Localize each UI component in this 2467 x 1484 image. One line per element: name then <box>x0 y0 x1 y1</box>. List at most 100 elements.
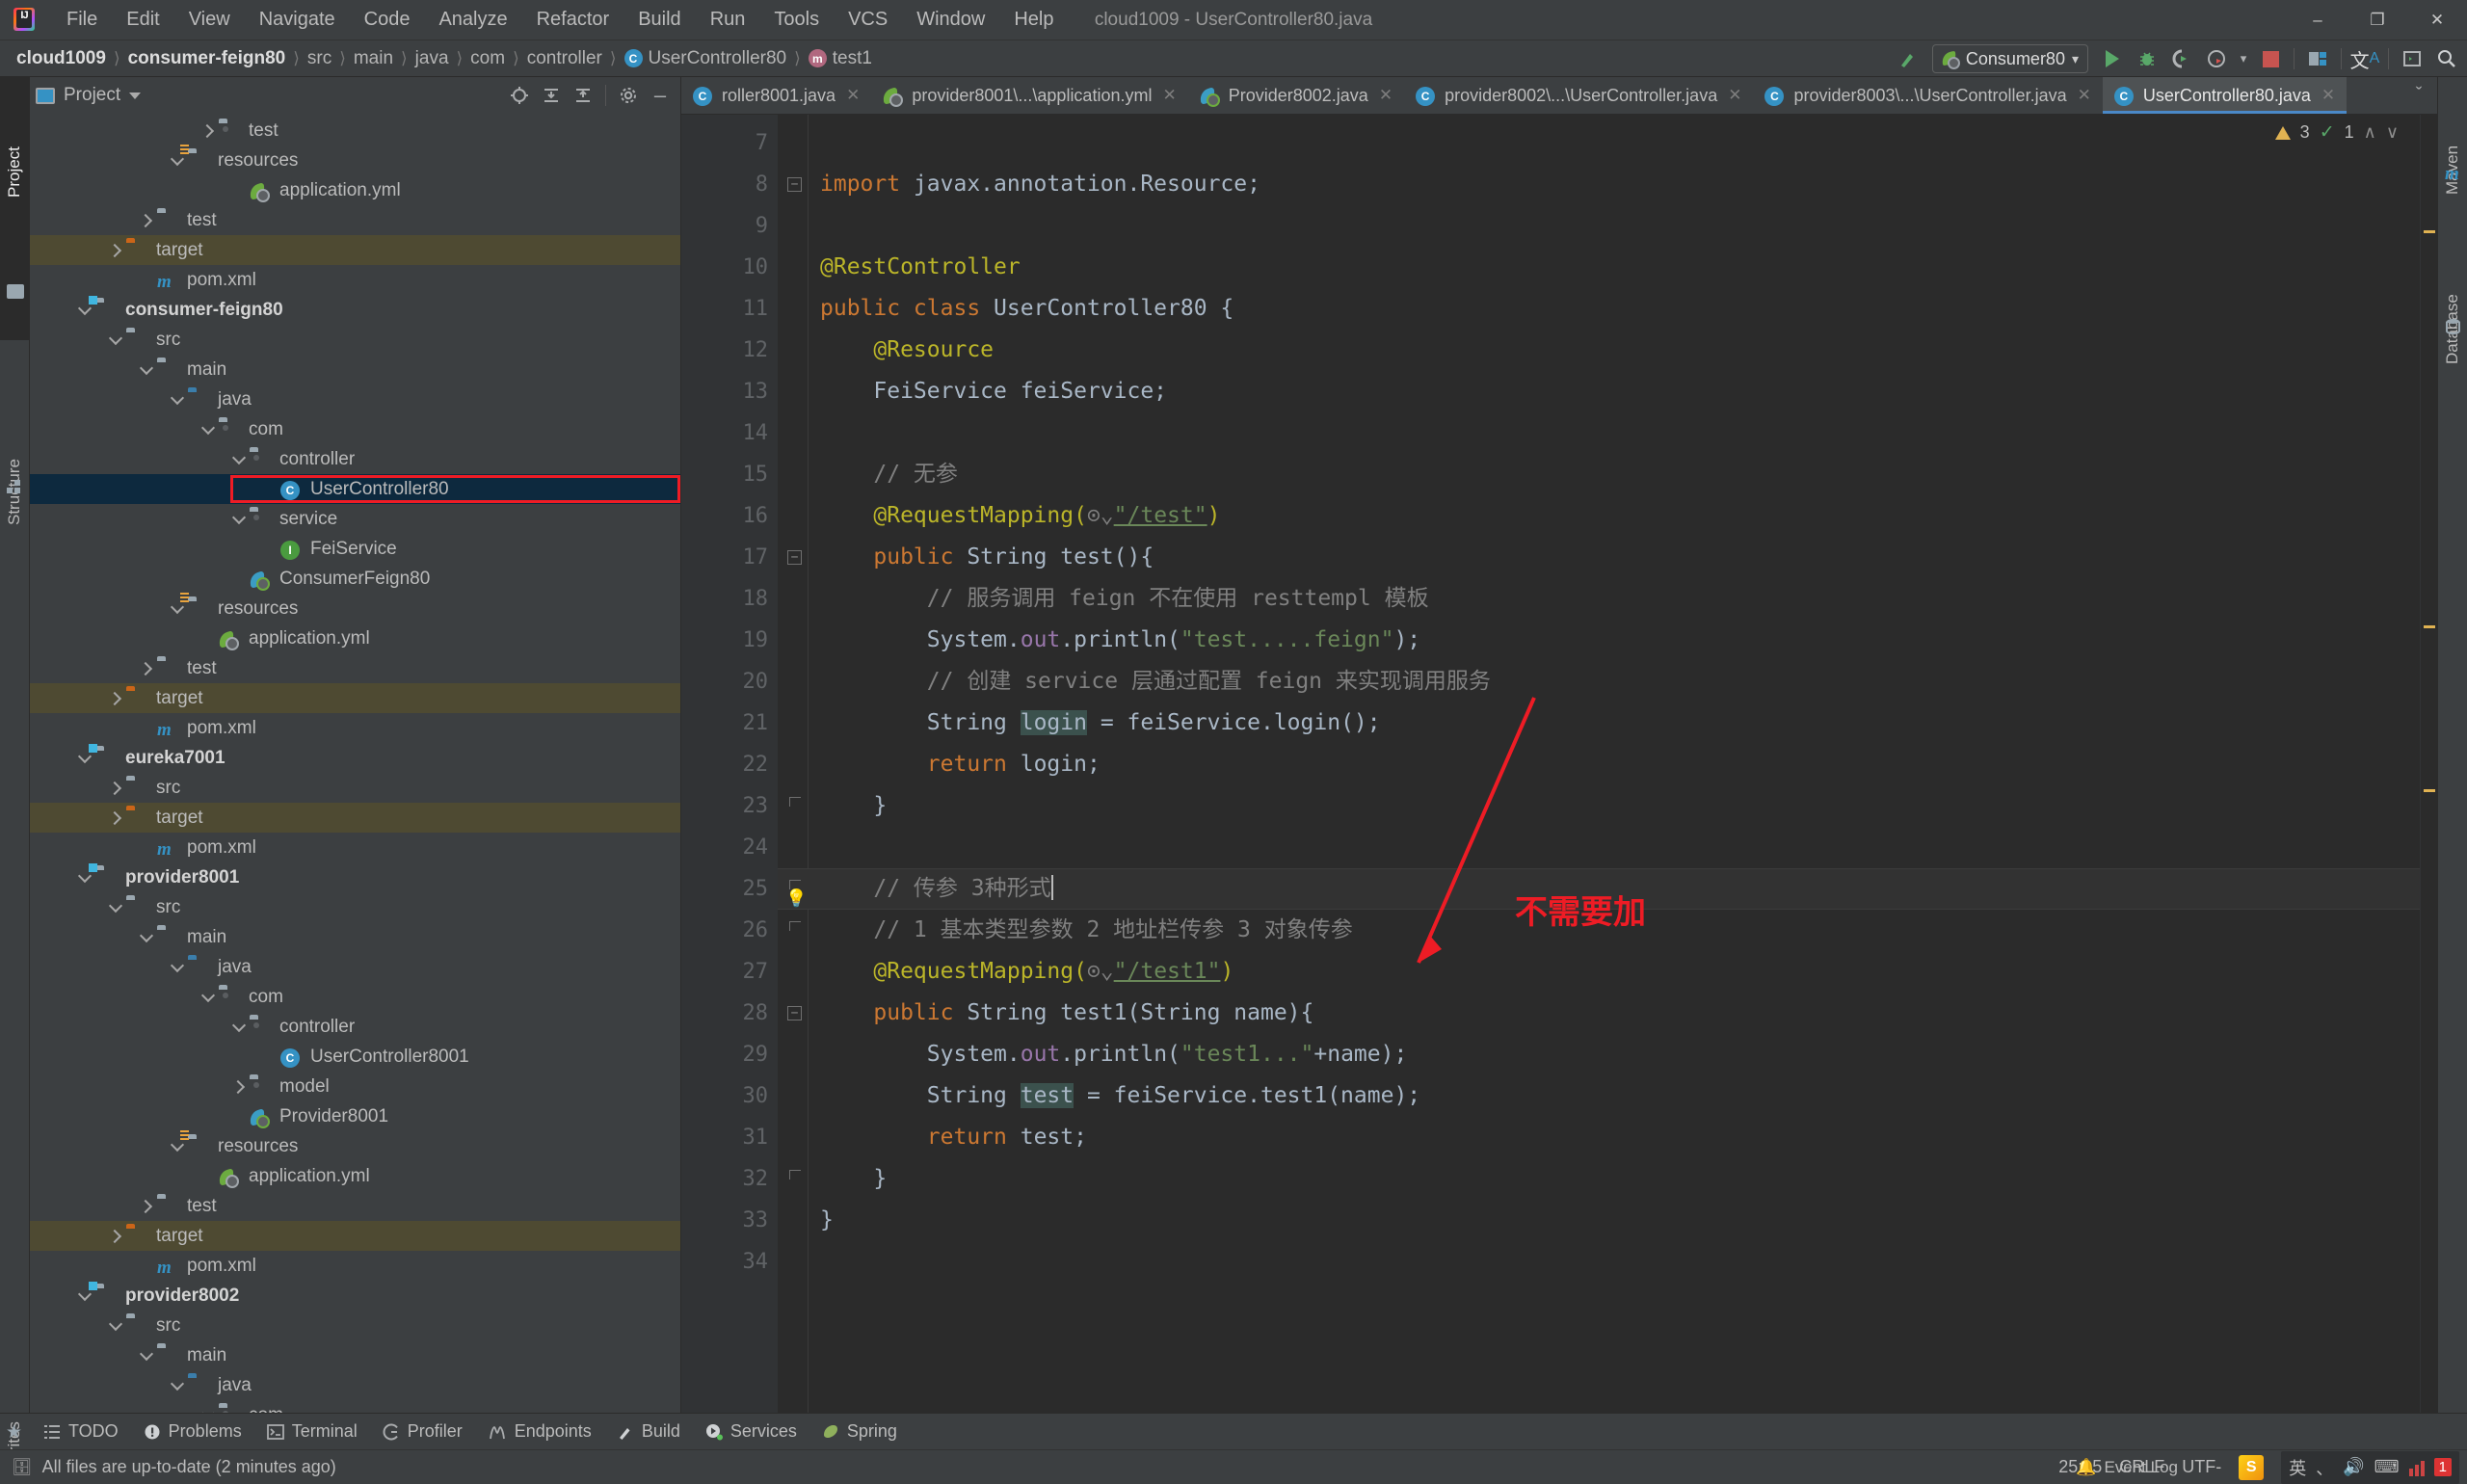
tree-expander[interactable] <box>136 935 157 941</box>
marker-warning[interactable] <box>2424 230 2435 233</box>
bottom-tool-endpoints[interactable]: Endpoints <box>477 1418 602 1445</box>
code-line-13[interactable]: FeiService feiService; <box>778 371 2420 412</box>
close-tab-icon[interactable]: ✕ <box>1379 86 1393 105</box>
build-hammer-icon[interactable] <box>1892 43 1924 74</box>
line-number-7[interactable]: 7 <box>681 122 778 164</box>
line-number-32[interactable]: 32 <box>681 1158 778 1200</box>
tree-node-java[interactable]: java <box>30 952 680 982</box>
tree-node-resources[interactable]: resources <box>30 1131 680 1161</box>
tree-expander[interactable] <box>198 1413 219 1414</box>
code-line-15[interactable]: // 无参 <box>778 454 2420 495</box>
tree-expander[interactable] <box>105 1232 126 1241</box>
code-line-8[interactable]: −import javax.annotation.Resource; <box>778 164 2420 205</box>
code-line-24[interactable] <box>778 827 2420 868</box>
tree-expander[interactable] <box>167 158 188 164</box>
breadcrumb-item-main[interactable]: main <box>347 46 400 71</box>
tree-node-com[interactable]: com <box>30 414 680 444</box>
tree-node-src[interactable]: src <box>30 1311 680 1340</box>
run-with-coverage-icon[interactable] <box>2165 43 2198 74</box>
bottom-tool-spring[interactable]: Spring <box>811 1418 908 1445</box>
code-line-23[interactable]: } <box>778 785 2420 827</box>
close-tab-icon[interactable]: ✕ <box>2078 86 2091 105</box>
tree-expander[interactable] <box>167 965 188 970</box>
tree-node-pom-xml[interactable]: mpom.xml <box>30 833 680 862</box>
line-number-11[interactable]: 11C <box>681 288 778 330</box>
tree-node-feiservice[interactable]: IFeiService <box>30 534 680 564</box>
tree-node-eureka7001[interactable]: eureka7001 <box>30 743 680 773</box>
tree-node-java[interactable]: java <box>30 384 680 414</box>
tree-expander[interactable] <box>105 783 126 793</box>
project-tree[interactable]: testresourcesapplication.ymltesttargetmp… <box>30 114 680 1413</box>
menu-navigate[interactable]: Navigate <box>245 5 350 35</box>
fold-end-icon[interactable] <box>789 1170 801 1179</box>
line-number-31[interactable]: 31 <box>681 1117 778 1158</box>
tree-node-service[interactable]: service <box>30 504 680 534</box>
breadcrumb-item-method[interactable]: m test1 <box>802 46 879 71</box>
collapse-all-icon[interactable] <box>569 82 597 109</box>
tree-node-usercontroller80[interactable]: CUserController80 <box>30 474 680 504</box>
terminal-icon[interactable] <box>2396 43 2428 74</box>
close-tab-icon[interactable]: ✕ <box>846 86 860 105</box>
line-number-21[interactable]: 21 <box>681 702 778 744</box>
ime-punctuation-icon[interactable]: 、 <box>2316 1455 2333 1480</box>
profiler-dropdown-icon[interactable]: ▾ <box>2235 43 2252 74</box>
ime-language-label[interactable]: 英 <box>2289 1455 2306 1480</box>
breadcrumb-item-class[interactable]: C UserController80 <box>618 46 794 71</box>
fold-collapse-icon[interactable]: − <box>787 1006 802 1020</box>
tree-expander[interactable] <box>198 427 219 433</box>
breadcrumb-item-com[interactable]: com <box>464 46 512 71</box>
code-line-31[interactable]: return test; <box>778 1117 2420 1158</box>
line-number-23[interactable]: 23 <box>681 785 778 827</box>
search-icon[interactable] <box>2430 43 2463 74</box>
menu-refactor[interactable]: Refactor <box>522 5 624 35</box>
code-line-32[interactable]: } <box>778 1158 2420 1200</box>
bottom-tool-terminal[interactable]: Terminal <box>256 1418 368 1445</box>
breadcrumb-item-controller[interactable]: controller <box>520 46 609 71</box>
editor-tab-provider8002-java[interactable]: Provider8002.java✕ <box>1188 77 1404 114</box>
tree-node-pom-xml[interactable]: mpom.xml <box>30 713 680 743</box>
editor-tab-provider8002-usercontroller-java[interactable]: Cprovider8002\...\UserController.java✕ <box>1404 77 1753 114</box>
tree-node-model[interactable]: model <box>30 1072 680 1101</box>
file-encoding[interactable]: UTF- <box>2182 1457 2221 1477</box>
menu-analyze[interactable]: Analyze <box>424 5 521 35</box>
tree-expander[interactable] <box>105 1323 126 1329</box>
tree-node-com[interactable]: com <box>30 1400 680 1413</box>
line-number-10[interactable]: 10 <box>681 247 778 288</box>
line-number-19[interactable]: 19 <box>681 620 778 661</box>
tree-node-target[interactable]: target <box>30 1221 680 1251</box>
tree-node-target[interactable]: target <box>30 235 680 265</box>
tree-expander[interactable] <box>167 397 188 403</box>
tree-node-main[interactable]: main <box>30 1340 680 1370</box>
code-line-12[interactable]: @Resource <box>778 330 2420 371</box>
code-line-28[interactable]: − public String test1(String name){ <box>778 993 2420 1034</box>
tree-expander[interactable] <box>228 517 250 522</box>
editor-tab-provider8001-application-yml[interactable]: provider8001\...\application.yml✕ <box>871 77 1187 114</box>
tree-node-consumer-feign80[interactable]: consumer-feign80 <box>30 295 680 325</box>
close-tab-icon[interactable]: ✕ <box>2321 86 2335 105</box>
breadcrumb-item-java[interactable]: java <box>409 46 456 71</box>
editor-gutter[interactable]: 7891011C12131415161718192021222324252627… <box>681 115 778 1413</box>
menu-build[interactable]: Build <box>623 5 695 35</box>
line-number-29[interactable]: 29 <box>681 1034 778 1075</box>
tree-expander[interactable] <box>105 813 126 823</box>
tree-expander[interactable] <box>136 216 157 225</box>
code-line-33[interactable]: } <box>778 1200 2420 1241</box>
line-number-15[interactable]: 15 <box>681 454 778 495</box>
tree-expander[interactable] <box>74 755 95 761</box>
settings-gear-icon[interactable] <box>614 82 643 109</box>
tree-expander[interactable] <box>136 367 157 373</box>
tree-expander[interactable] <box>228 457 250 463</box>
hide-icon[interactable]: – <box>646 82 675 109</box>
debug-bug-icon[interactable] <box>2131 43 2163 74</box>
code-line-17[interactable]: − public String test(){ <box>778 537 2420 578</box>
menu-file[interactable]: File <box>52 5 112 35</box>
line-number-12[interactable]: 12 <box>681 330 778 371</box>
code-line-25[interactable]: 💡 // 传参 3种形式 <box>778 868 2420 910</box>
left-tool-strip[interactable]: Project Structure Favorites ★ <box>0 77 30 1413</box>
tree-node-main[interactable]: main <box>30 922 680 952</box>
project-panel-title[interactable]: Project <box>36 85 141 106</box>
tree-expander[interactable] <box>167 1144 188 1150</box>
bottom-tool-bar[interactable]: TODOProblemsTerminalProfilerEndpointsBui… <box>0 1413 2467 1449</box>
tool-button-project[interactable]: Project <box>5 146 24 198</box>
fold-end-icon[interactable] <box>789 797 801 807</box>
